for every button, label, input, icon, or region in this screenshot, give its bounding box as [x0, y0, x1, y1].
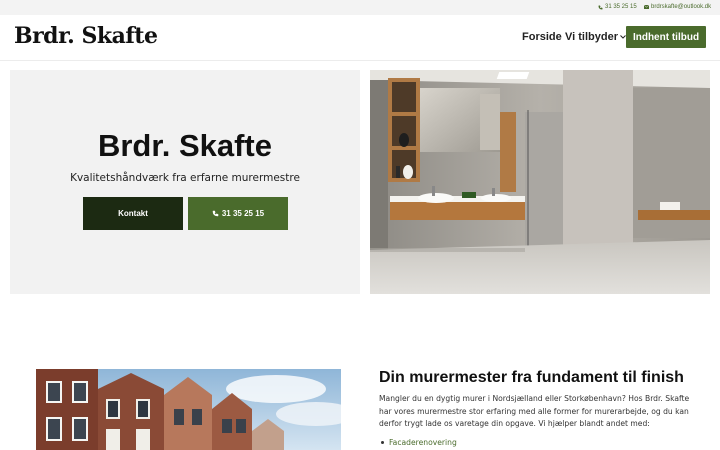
nav-item-services[interactable]: Vi tilbyder	[565, 31, 626, 43]
list-bullet	[381, 441, 384, 444]
bathroom-photo	[370, 70, 710, 294]
nav-item-home[interactable]: Forside	[522, 31, 562, 43]
get-quote-button[interactable]: Indhent tilbud	[626, 26, 706, 48]
list-item-facade-renovation[interactable]: Facaderenovering	[389, 438, 457, 447]
phone-icon	[598, 5, 603, 9]
call-button[interactable]: 31 35 25 15	[188, 197, 288, 230]
topbar-email-text: brdrskafte@outlook.dk	[651, 4, 712, 10]
call-button-label: 31 35 25 15	[221, 209, 265, 218]
intro-title: Din murermester fra fundament til finish	[379, 369, 684, 386]
topbar-phone-link[interactable]: 31 35 25 15	[598, 4, 637, 10]
services-list: Facaderenovering	[381, 438, 457, 447]
topbar-phone-text: 31 35 25 15	[605, 4, 637, 10]
nav-services-label: Vi tilbyder	[565, 31, 618, 43]
site-logo[interactable]: Brdr. Skafte	[14, 23, 158, 49]
topbar-email-link[interactable]: brdrskafte@outlook.dk	[644, 4, 711, 10]
envelope-icon	[644, 5, 649, 9]
site-header: Brdr. Skafte Forside Vi tilbyder Indhent…	[0, 15, 720, 61]
hero-subtitle: Kvalitetshåndværk fra erfarne murermestr…	[70, 172, 300, 184]
top-contact-bar: 31 35 25 15 brdrskafte@outlook.dk	[0, 0, 720, 15]
nav-home-label: Forside	[522, 31, 562, 43]
phone-icon	[212, 210, 219, 217]
intro-body: Mangler du en dygtig murer i Nordsjællan…	[379, 394, 690, 428]
contact-button[interactable]: Kontakt	[83, 197, 183, 230]
hero-panel: Brdr. Skafte Kvalitetshåndværk fra erfar…	[10, 70, 360, 294]
hero-title: Brdr. Skafte	[97, 128, 272, 163]
building-facade-photo	[36, 369, 341, 450]
